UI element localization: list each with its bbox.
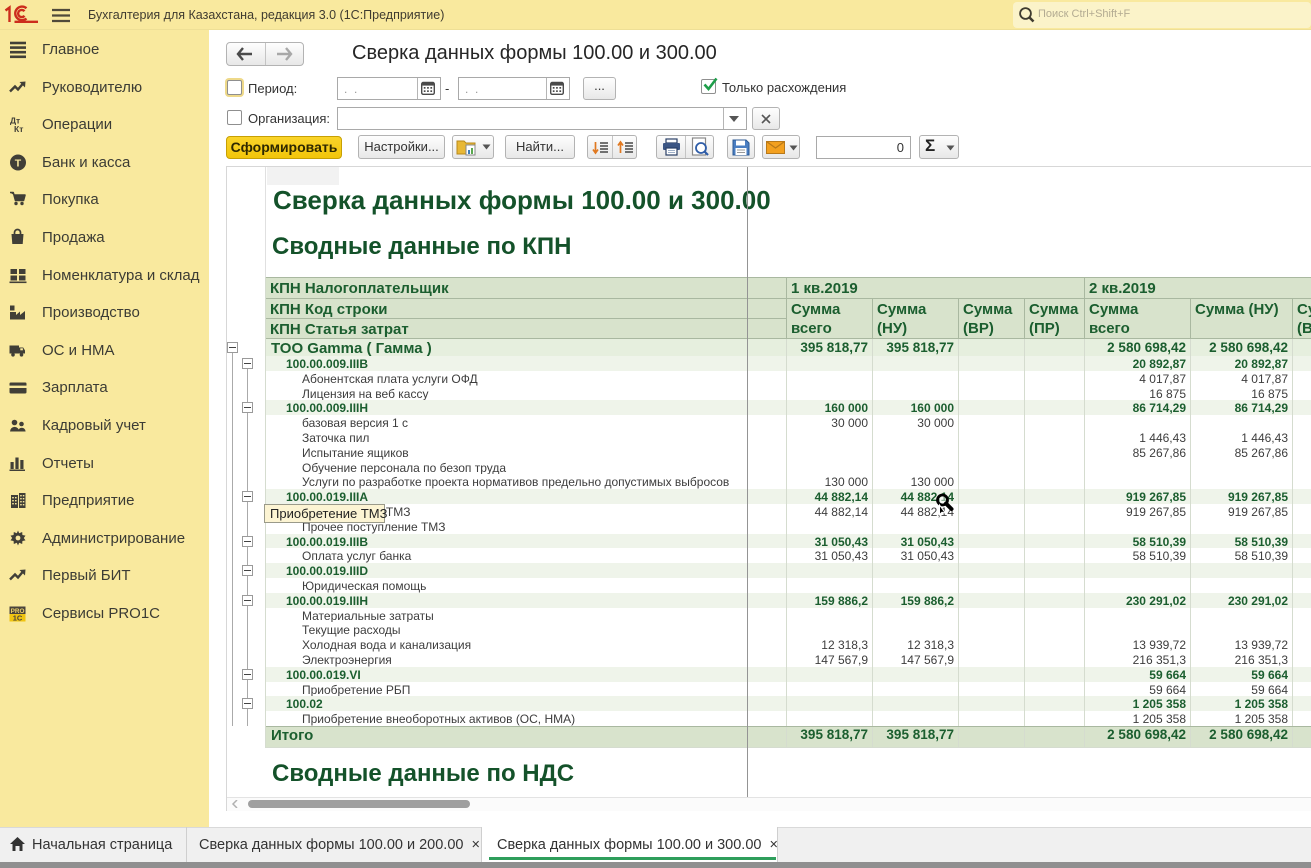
svg-text:1С: 1С	[13, 614, 23, 623]
svg-text:Кт: Кт	[14, 124, 23, 134]
svg-text:Т: Т	[15, 158, 22, 170]
